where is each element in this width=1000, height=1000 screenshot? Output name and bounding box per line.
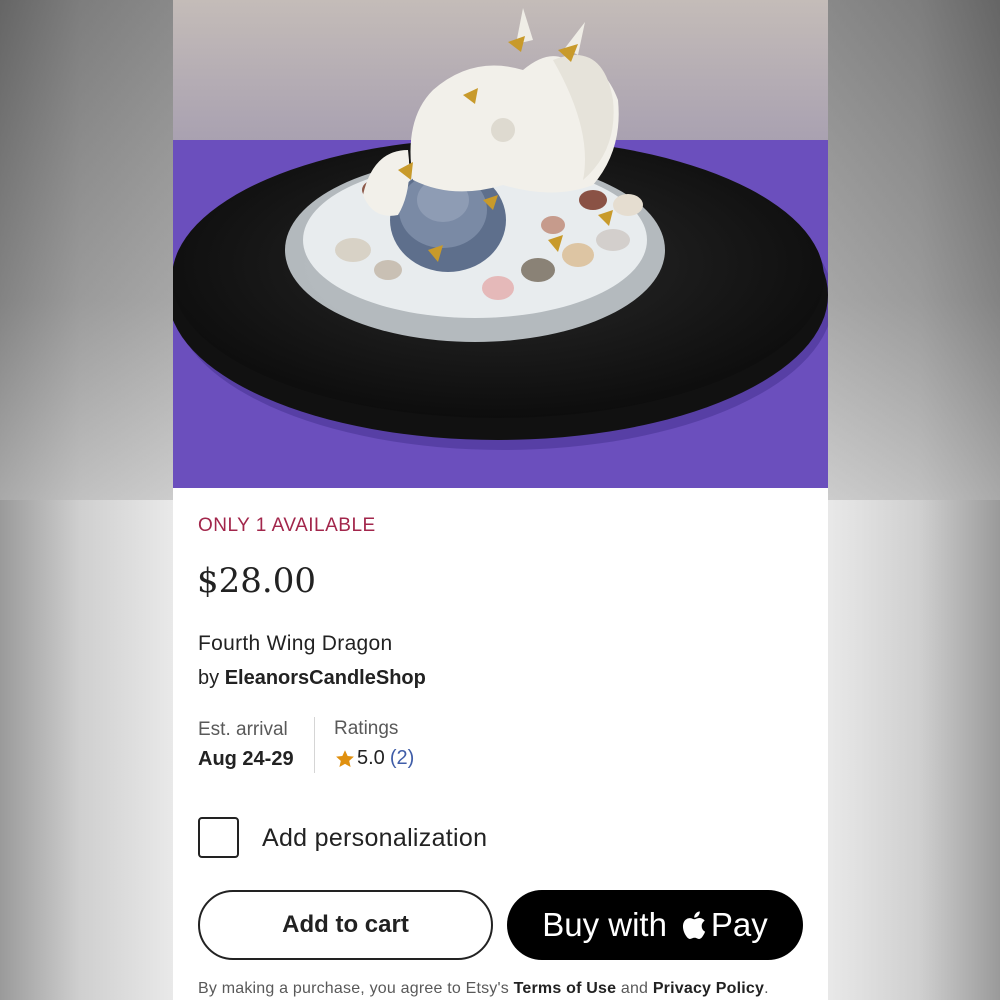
product-photo-illustration [173, 0, 828, 488]
est-arrival-value: Aug 24-29 [198, 748, 294, 770]
listing-title: Fourth Wing Dragon [198, 632, 393, 655]
ratings-summary[interactable]: 5.0 (2) [334, 747, 414, 770]
by-prefix: by [198, 667, 225, 689]
availability-text: ONLY 1 AVAILABLE [198, 515, 376, 536]
est-arrival-label: Est. arrival [198, 719, 288, 740]
legal-suffix: . [764, 980, 769, 997]
shop-name-link[interactable]: EleanorsCandleShop [225, 667, 426, 689]
apple-pay-button[interactable]: Buy with Pay [507, 890, 803, 960]
pay-label: Pay [710, 906, 768, 943]
personalization-checkbox[interactable] [198, 817, 239, 858]
buy-with-label: Buy with [542, 906, 667, 943]
ratings-label: Ratings [334, 718, 399, 739]
product-photo[interactable] [173, 0, 828, 488]
legal-text: By making a purchase, you agree to Etsy'… [198, 980, 769, 998]
details-divider [314, 717, 315, 773]
price: $28.00 [197, 561, 316, 601]
add-to-cart-button[interactable]: Add to cart [198, 890, 493, 960]
personalization-label[interactable]: Add personalization [262, 824, 487, 853]
privacy-policy-link[interactable]: Privacy Policy [653, 980, 764, 997]
rating-count-link[interactable]: (2) [390, 747, 414, 770]
apple-logo-icon [682, 911, 706, 939]
listing-screen: ONLY 1 AVAILABLE $28.00 Fourth Wing Drag… [173, 0, 828, 1000]
legal-prefix: By making a purchase, you agree to Etsy'… [198, 980, 514, 997]
legal-and: and [616, 980, 653, 997]
add-to-cart-label: Add to cart [282, 911, 409, 938]
terms-of-use-link[interactable]: Terms of Use [514, 980, 617, 997]
rating-value: 5.0 [357, 747, 385, 769]
star-icon [336, 749, 354, 767]
shop-byline: by EleanorsCandleShop [198, 667, 426, 690]
